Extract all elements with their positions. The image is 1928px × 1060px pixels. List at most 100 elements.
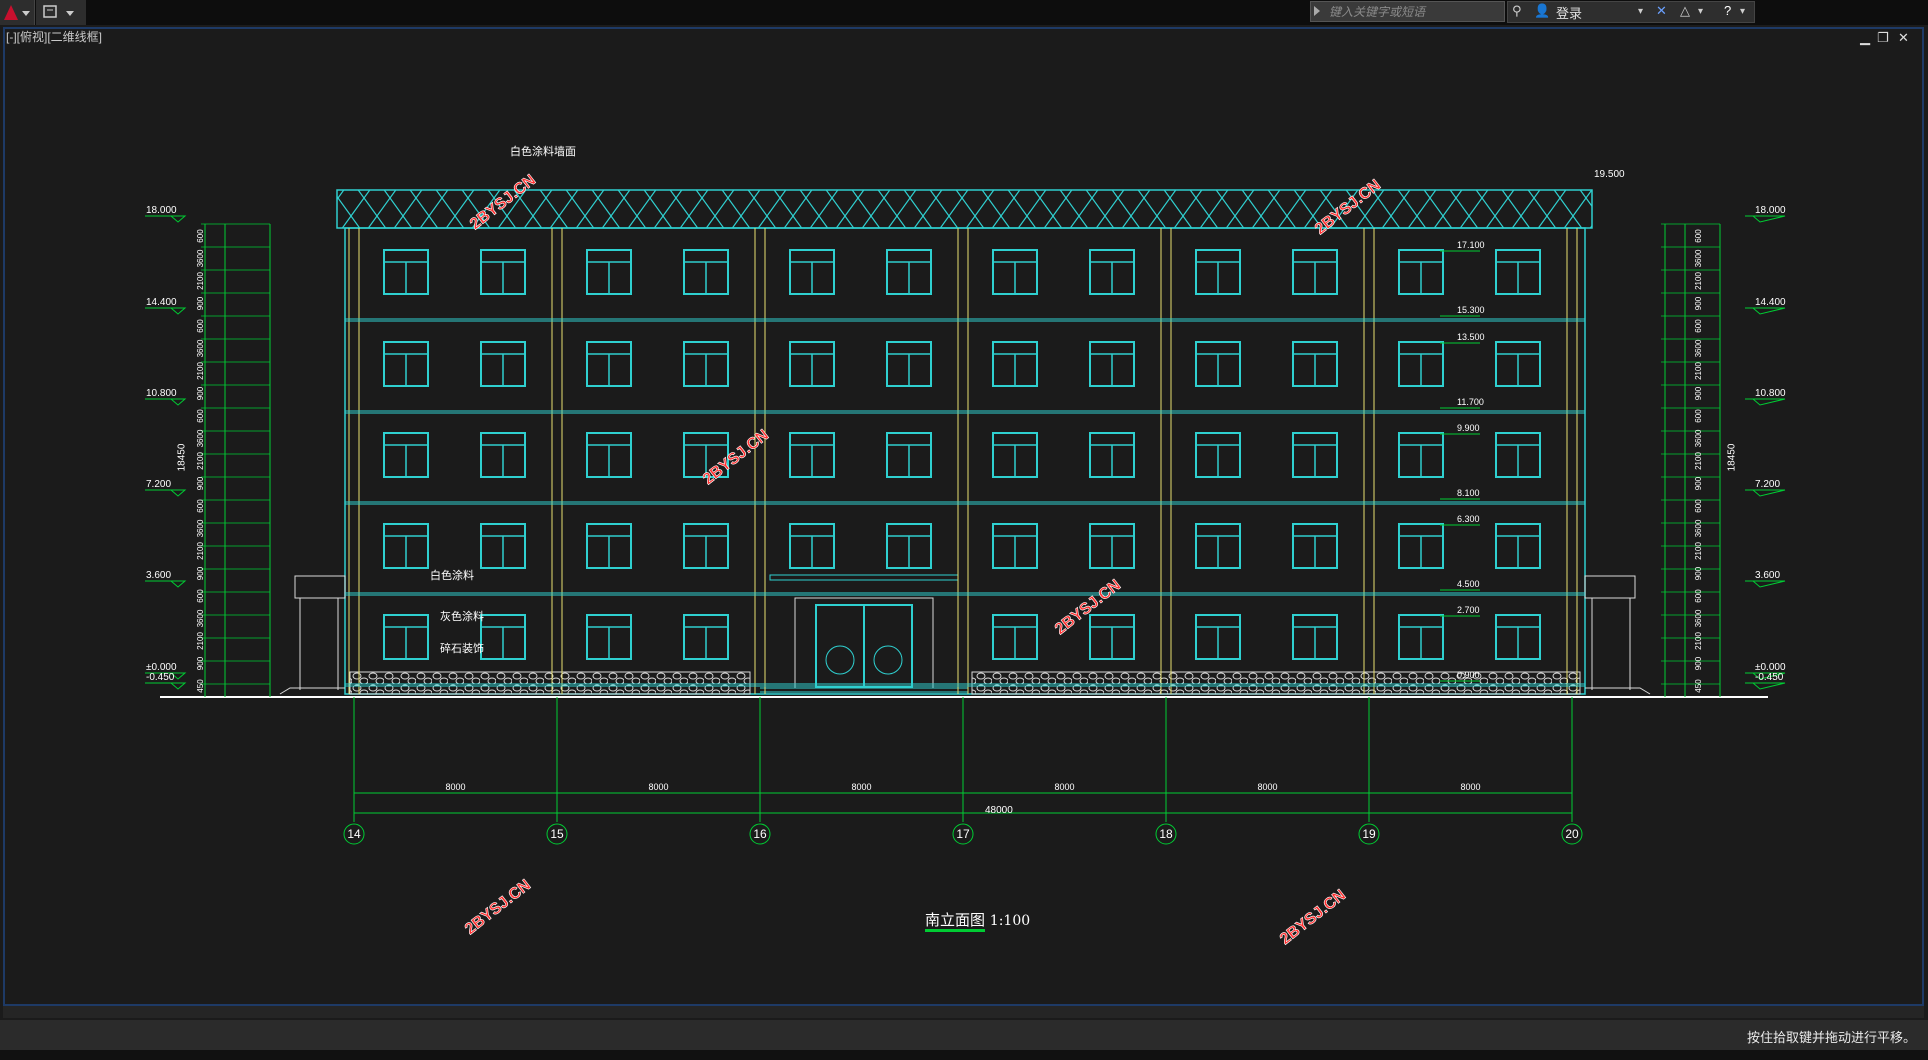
level-marker-right: 18.000: [1755, 205, 1786, 216]
elevation-drawing: 14 15 16 17 18 19 20 8000 8000 8000 8000 8000 8000 18…: [145, 171, 1786, 949]
dim-chain-text-right: 2100: [1694, 272, 1703, 290]
bottom-strip: [0, 1050, 1928, 1060]
dim-chain-text-right: 600: [1694, 409, 1703, 423]
bay-dimension: 8000: [648, 782, 668, 792]
dim-chain-text-right: 900: [1694, 296, 1703, 310]
dim-chain-text-left: 900: [196, 656, 205, 670]
bay-dimension: 8000: [1460, 782, 1480, 792]
dim-chain-text-right: 2100: [1694, 452, 1703, 470]
drawing-scale: 1:100: [989, 913, 1031, 929]
dim-chain-text-right: 2100: [1694, 362, 1703, 380]
rubble-base-right: [971, 671, 1581, 695]
axis-label: 17: [956, 827, 970, 841]
window-level-mark: 15.300: [1457, 305, 1485, 315]
window-level-mark: 4.500: [1457, 579, 1480, 589]
level-marker-left: 10.800: [146, 388, 177, 399]
dim-chain-text-right: 2100: [1694, 632, 1703, 650]
level-marker-right: -0.450: [1755, 672, 1784, 683]
watermark: 2BYSJ.CN: [1277, 887, 1349, 949]
total-height-right: 18450: [1726, 443, 1738, 472]
bay-dimension: 8000: [1054, 782, 1074, 792]
status-message: 按住拾取键并拖动进行平移。: [1746, 1030, 1916, 1045]
level-symbol: [145, 489, 187, 497]
right-canopy: [1584, 575, 1651, 695]
annotation-1: 白色涂料墙面: [510, 146, 576, 158]
dim-chain-text-left: 2100: [196, 272, 205, 290]
dim-chain-text-right: 900: [1694, 656, 1703, 670]
dim-chain-text-right: 3600: [1694, 609, 1703, 627]
dim-chain-text-left: 2100: [196, 632, 205, 650]
window-level-mark: 13.500: [1457, 332, 1485, 342]
window-level-mark: 11.700: [1457, 397, 1484, 407]
total-height-left: 18450: [176, 443, 188, 472]
level-symbol: [145, 398, 187, 406]
dim-chain-text-left: 3600: [196, 429, 205, 447]
dim-chain-text-left: 450: [196, 679, 205, 693]
dim-chain-text-left: 600: [196, 589, 205, 603]
axis-label: 19: [1362, 827, 1376, 841]
window-level-mark: 6.300: [1457, 514, 1480, 524]
annotation-3: 灰色涂料: [440, 611, 484, 623]
dim-chain-text-right: 900: [1694, 566, 1703, 580]
level-marker-right: 7.200: [1755, 479, 1780, 490]
level-marker-left: 18.000: [146, 205, 177, 216]
level-marker-right: 3.600: [1755, 570, 1780, 581]
bay-dimension: 8000: [851, 782, 871, 792]
dim-chain-text-left: 900: [196, 386, 205, 400]
dim-chain-text-right: 3600: [1694, 429, 1703, 447]
dim-chain-text-right: 450: [1694, 679, 1703, 693]
dim-chain-text-right: 600: [1694, 499, 1703, 513]
level-symbol: [1745, 682, 1786, 690]
level-marker-left: 3.600: [146, 570, 171, 581]
left-canopy: [279, 575, 346, 695]
dim-chain-text-left: 900: [196, 476, 205, 490]
level-marker-left: 7.200: [146, 479, 171, 490]
axis-label: 15: [550, 827, 564, 841]
level-symbol: [1745, 489, 1786, 497]
dim-chain-text-left: 2100: [196, 362, 205, 380]
window-level-mark: 17.100: [1457, 240, 1485, 250]
dim-chain-text-left: 3600: [196, 339, 205, 357]
level-symbol: [145, 215, 187, 223]
dim-chain-text-right: 3600: [1694, 249, 1703, 267]
dim-chain-text-left: 2100: [196, 452, 205, 470]
dim-chain-text-left: 3600: [196, 249, 205, 267]
dim-chain-text-left: 600: [196, 319, 205, 333]
drawing-title-text: 南立面图: [925, 911, 986, 932]
watermark: 2BYSJ.CN: [1052, 577, 1124, 639]
axis-label: 20: [1565, 827, 1579, 841]
level-symbol: [1745, 398, 1786, 406]
building-facade: [160, 189, 1768, 698]
dim-chain-text-left: 900: [196, 566, 205, 580]
level-symbol: [1745, 580, 1786, 588]
bay-dimension: 8000: [445, 782, 465, 792]
dim-chain-text-left: 900: [196, 296, 205, 310]
dim-chain-text-left: 2100: [196, 542, 205, 560]
dim-chain-text-right: 2100: [1694, 542, 1703, 560]
bay-dimension: 8000: [1257, 782, 1277, 792]
dim-chain-text-left: 600: [196, 409, 205, 423]
level-symbol: [1745, 307, 1786, 315]
status-bar: [0, 1020, 1928, 1050]
level-marker-left: -0.450: [146, 672, 175, 683]
dim-chain-text-right: 600: [1694, 319, 1703, 333]
dim-chain-text-left: 600: [196, 499, 205, 513]
roof-level: 19.500: [1594, 169, 1625, 180]
level-symbol: [1745, 215, 1786, 223]
total-dimension: 48000: [985, 805, 1013, 816]
rubble-base-left: [349, 671, 751, 695]
annotation-2: 白色涂料: [430, 570, 474, 582]
annotation-4: 碎石装饰: [440, 643, 484, 655]
level-symbol: [145, 580, 187, 588]
axis-label: 16: [753, 827, 767, 841]
dim-chain-text-right: 600: [1694, 229, 1703, 243]
dim-chain-text-left: 3600: [196, 609, 205, 627]
horizontal-scrollbar[interactable]: [3, 1006, 1924, 1018]
dim-chain-text-left: 600: [196, 229, 205, 243]
window-level-mark: 2.700: [1457, 605, 1480, 615]
window-level-mark: 0.900: [1457, 670, 1480, 680]
level-symbol: [145, 307, 187, 315]
dim-chain-text-right: 3600: [1694, 339, 1703, 357]
dim-chain-text-right: 3600: [1694, 519, 1703, 537]
axis-label: 14: [347, 827, 361, 841]
